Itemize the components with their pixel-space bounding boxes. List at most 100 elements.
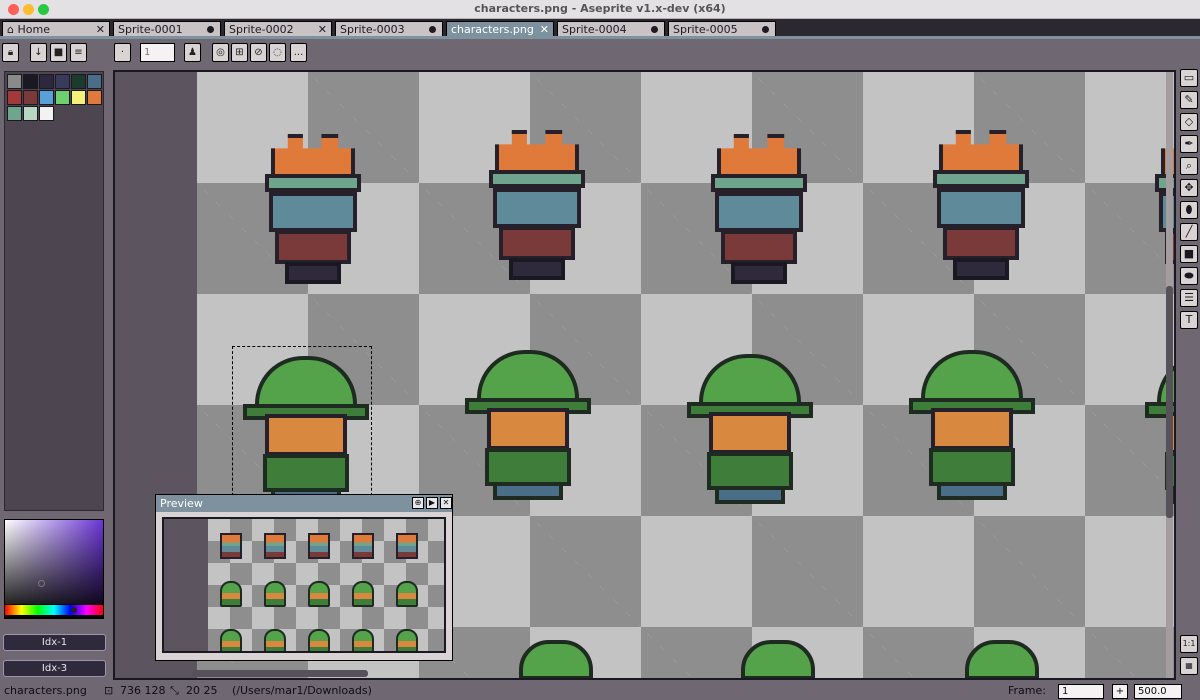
brush-size-input[interactable]: 1: [140, 43, 175, 62]
modified-dot-icon[interactable]: [207, 26, 214, 33]
status-position: 736 128: [120, 684, 166, 697]
rectangle-tool-icon[interactable]: ■: [1180, 245, 1198, 263]
zoom-tool-icon[interactable]: ⌕: [1180, 157, 1198, 175]
brush-shape-icon[interactable]: ·: [114, 43, 131, 62]
line-tool-icon[interactable]: ╱: [1180, 223, 1198, 241]
close-tab-icon[interactable]: ✕: [318, 22, 327, 37]
status-size: 20 25: [186, 684, 218, 697]
square-icon[interactable]: ■: [50, 43, 67, 62]
tab-label: Sprite-0002: [229, 23, 294, 36]
preview-viewport[interactable]: [162, 517, 446, 653]
text-tool-icon[interactable]: T: [1180, 311, 1198, 329]
status-filename: characters.png: [4, 684, 87, 697]
soldier-sprite-partial: [965, 640, 1039, 678]
download-icon[interactable]: ↓: [30, 43, 47, 62]
palette-swatch[interactable]: [23, 90, 38, 105]
palette-swatch[interactable]: [55, 90, 70, 105]
symmetry-icon[interactable]: ◎: [212, 43, 229, 62]
window-title: characters.png - Aseprite v1.x-dev (x64): [474, 2, 726, 15]
preview-king-sprite: [220, 533, 242, 559]
preview-window[interactable]: Preview ⊕ ▶ ✕: [155, 494, 453, 661]
actual-size-icon[interactable]: 1:1: [1180, 635, 1198, 653]
ellipse-tool-icon[interactable]: ⬬: [1180, 267, 1198, 285]
fill-tool-icon[interactable]: ⬮: [1180, 201, 1198, 219]
marquee-tool-icon[interactable]: ▭: [1180, 69, 1198, 87]
palette-swatch[interactable]: [7, 90, 22, 105]
preview-king-sprite: [396, 533, 418, 559]
soldier-sprite: [465, 350, 591, 500]
preview-soldier-sprite: [220, 581, 242, 607]
menu-icon[interactable]: ≡: [70, 43, 87, 62]
palette-swatch[interactable]: [7, 106, 22, 121]
horizontal-scrollbar-thumb[interactable]: [192, 670, 368, 677]
tool-column: ▭ ✎ ◇ ✒ ⌕ ✥ ⬮ ╱ ■ ⬬ ☰ T 1:1 ▦: [1176, 67, 1200, 683]
vertical-scrollbar-thumb[interactable]: [1166, 286, 1173, 518]
add-frame-button[interactable]: +: [1112, 684, 1128, 699]
preview-titlebar[interactable]: Preview: [156, 495, 452, 512]
palette-swatch[interactable]: [23, 74, 38, 89]
preview-soldier-sprite: [264, 581, 286, 607]
hue-slider[interactable]: [4, 604, 104, 616]
selection-size-icon: ⤡: [170, 684, 179, 697]
cursor-position-icon: ⊡: [104, 684, 114, 697]
palette-swatch[interactable]: [87, 90, 102, 105]
pencil-tool-icon[interactable]: ✎: [1180, 91, 1198, 109]
ink-icon[interactable]: ⊘: [250, 43, 267, 62]
preview-play-button[interactable]: ▶: [426, 497, 438, 509]
soldier-sprite: [909, 350, 1035, 500]
more-icon[interactable]: ...: [290, 43, 307, 62]
king-sprite: [265, 134, 361, 284]
palette-swatch[interactable]: [87, 74, 102, 89]
modified-dot-icon[interactable]: [762, 26, 769, 33]
background-color-button[interactable]: Idx-3: [3, 660, 106, 677]
tab-label: Sprite-0003: [340, 23, 405, 36]
palette-swatch[interactable]: [71, 74, 86, 89]
window-titlebar: characters.png - Aseprite v1.x-dev (x64): [0, 0, 1200, 19]
palette-swatch[interactable]: [55, 74, 70, 89]
tab-label: Sprite-0004: [562, 23, 627, 36]
blend-icon[interactable]: ◌: [269, 43, 286, 62]
palette-swatch[interactable]: [39, 74, 54, 89]
frame-input[interactable]: 1: [1058, 684, 1104, 699]
close-tab-icon[interactable]: ✕: [540, 22, 549, 37]
palette-swatch[interactable]: [23, 106, 38, 121]
preview-king-sprite: [264, 533, 286, 559]
palette-swatch[interactable]: [71, 90, 86, 105]
modified-dot-icon[interactable]: [429, 26, 436, 33]
frame-label: Frame:: [1008, 684, 1046, 697]
soldier-sprite: [687, 354, 813, 504]
preview-soldier-sprite: [308, 581, 330, 607]
selection-marquee[interactable]: [232, 346, 372, 506]
pattern-icon[interactable]: ⊞: [231, 43, 248, 62]
preview-center-button[interactable]: ⊕: [412, 497, 424, 509]
palette-swatch[interactable]: [39, 106, 54, 121]
zoom-input[interactable]: 500.0: [1134, 684, 1182, 699]
preview-soldier-sprite: [308, 629, 330, 651]
king-sprite: [711, 134, 807, 284]
soldier-sprite-partial: [741, 640, 815, 678]
grid-icon[interactable]: ▦: [1180, 657, 1198, 675]
lock-icon[interactable]: 🔒︎: [2, 43, 19, 62]
status-path: (/Users/mar1/Downloads): [232, 684, 372, 697]
context-toolbar: 🔒︎ ↓ ■ ≡ · 1 ♟ ◎ ⊞ ⊘ ◌ ...: [0, 39, 1200, 67]
tab-label: characters.png: [451, 23, 534, 36]
hue-handle[interactable]: [71, 607, 77, 613]
preview-title: Preview: [160, 497, 203, 510]
tab-label: Home: [17, 23, 50, 36]
palette-swatch[interactable]: [39, 90, 54, 105]
status-bar: characters.png ⊡ 736 128 ⤡ 20 25 (/Users…: [0, 683, 1200, 700]
preview-soldier-sprite: [264, 629, 286, 651]
soldier-sprite-partial: [519, 640, 593, 678]
eraser-tool-icon[interactable]: ◇: [1180, 113, 1198, 131]
preview-king-sprite: [352, 533, 374, 559]
pressure-icon[interactable]: ♟: [184, 43, 201, 62]
preview-close-button[interactable]: ✕: [440, 497, 452, 509]
palette-swatch[interactable]: [7, 74, 22, 89]
eyedropper-tool-icon[interactable]: ✒: [1180, 135, 1198, 153]
king-sprite: [489, 130, 585, 280]
move-tool-icon[interactable]: ✥: [1180, 179, 1198, 197]
blur-tool-icon[interactable]: ☰: [1180, 289, 1198, 307]
modified-dot-icon[interactable]: [651, 26, 658, 33]
foreground-color-button[interactable]: Idx-1: [3, 634, 106, 651]
close-tab-icon[interactable]: ✕: [96, 22, 105, 37]
